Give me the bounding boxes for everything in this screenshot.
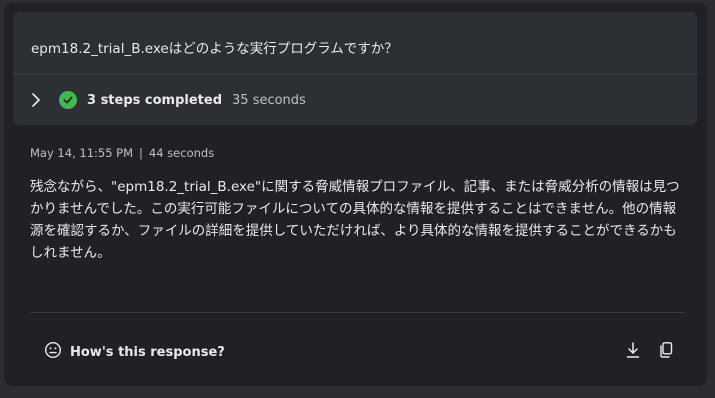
chevron-right-icon[interactable] <box>31 92 43 108</box>
smiley-icon <box>44 341 62 363</box>
download-icon[interactable] <box>623 340 643 360</box>
feedback-button[interactable]: How's this response? <box>44 341 225 363</box>
steps-completed-label: 3 steps completed <box>87 92 223 108</box>
meta-separator: | <box>139 146 143 160</box>
prompt-card: epm18.2_trial_B.exeはどのような実行プログラムですか？ 3 s… <box>13 12 697 125</box>
response-timestamp: May 14, 11:55 PM <box>30 146 134 160</box>
response-text: 残念ながら、"epm18.2_trial_B.exe"に関する脅威情報プロファイ… <box>30 179 680 261</box>
steps-summary[interactable]: 3 steps completed 35 seconds <box>31 89 306 111</box>
copy-icon[interactable] <box>656 340 676 360</box>
steps-duration: 35 seconds <box>232 92 306 108</box>
footer-divider <box>30 312 684 313</box>
feedback-label: How's this response? <box>70 344 225 360</box>
card-divider <box>13 73 697 74</box>
response-panel: epm18.2_trial_B.exeはどのような実行プログラムですか？ 3 s… <box>4 3 707 386</box>
response-elapsed: 44 seconds <box>148 146 215 160</box>
response-meta: May 14, 11:55 PM | 44 seconds <box>30 146 214 160</box>
check-circle-icon <box>59 91 77 109</box>
user-question: epm18.2_trial_B.exeはどのような実行プログラムですか？ <box>31 41 398 57</box>
